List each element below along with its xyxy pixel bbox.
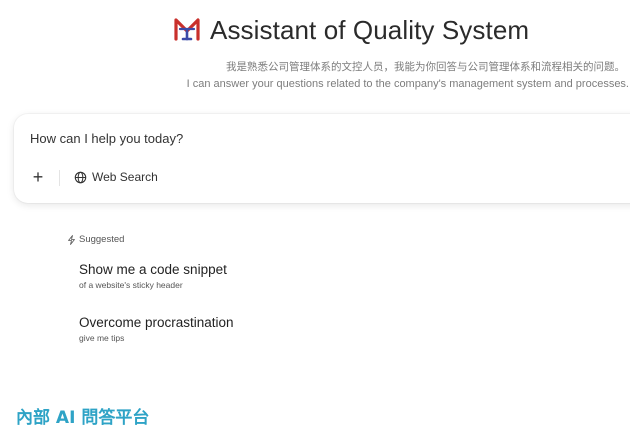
header: Assistant of Quality System bbox=[0, 10, 630, 50]
plus-icon: + bbox=[32, 166, 44, 187]
app-logo bbox=[174, 18, 200, 41]
toolbar-divider bbox=[59, 170, 60, 186]
add-attachment-button[interactable]: + bbox=[27, 166, 49, 188]
globe-icon bbox=[74, 171, 87, 183]
suggestion-title: Overcome procrastination bbox=[79, 315, 234, 330]
description-en: I can answer your questions related to t… bbox=[186, 78, 629, 90]
chat-input[interactable]: How can I help you today? bbox=[30, 131, 183, 146]
platform-title: 內部 AI 問答平台 bbox=[16, 408, 150, 428]
web-search-button[interactable]: Web Search bbox=[74, 168, 158, 186]
suggestion-subtitle: give me tips bbox=[79, 333, 125, 343]
app-title: Assistant of Quality System bbox=[210, 15, 530, 45]
suggestion-item[interactable]: Overcome procrastination give me tips bbox=[79, 315, 234, 343]
chat-input-card: How can I help you today? + Web Search bbox=[14, 114, 630, 203]
suggestion-item[interactable]: Show me a code snippet of a website's st… bbox=[79, 262, 227, 290]
lightning-icon bbox=[68, 234, 75, 245]
description-zh: 我是熟悉公司管理体系的文控人员，我能为你回答与公司管理体系和流程相关的问题。 bbox=[226, 61, 625, 73]
suggested-label: Suggested bbox=[79, 234, 125, 245]
web-search-label: Web Search bbox=[92, 170, 158, 184]
suggestion-title: Show me a code snippet bbox=[79, 262, 227, 277]
suggestion-subtitle: of a website's sticky header bbox=[79, 280, 183, 290]
suggested-header: Suggested bbox=[67, 234, 124, 245]
